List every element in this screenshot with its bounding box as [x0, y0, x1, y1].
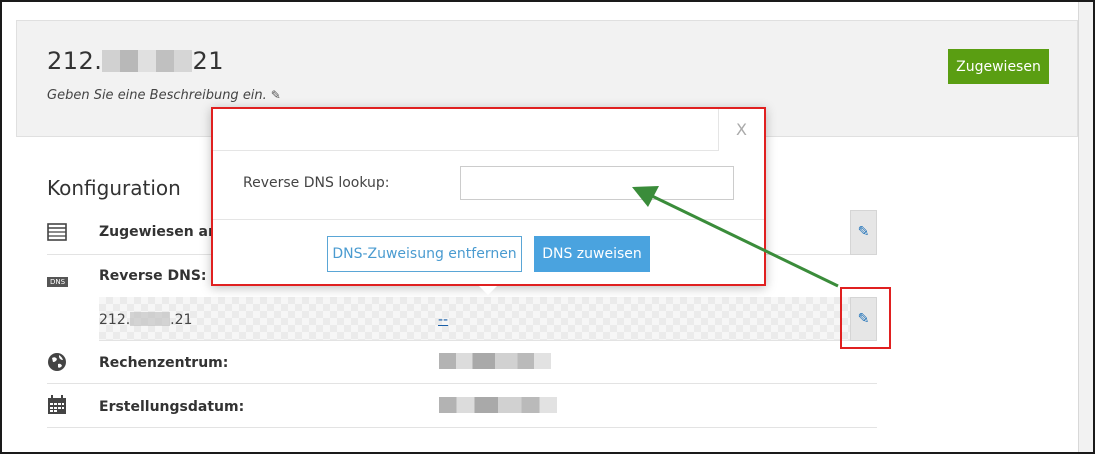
- reverse-dns-input[interactable]: [460, 166, 734, 200]
- calendar-icon: [47, 395, 67, 419]
- datacenter-label: Rechenzentrum:: [99, 355, 229, 371]
- dialog-header: X: [213, 109, 764, 151]
- config-section-title: Konfiguration: [47, 176, 181, 200]
- pencil-icon[interactable]: ✎: [271, 88, 281, 102]
- datacenter-value: [439, 353, 551, 373]
- dialog-divider: [213, 219, 764, 220]
- ip-prefix: 212.: [99, 312, 131, 328]
- dns-icon: DNS: [47, 269, 69, 288]
- window-frame: 212. 21 Geben Sie eine Beschreibung ein. ✎…: [0, 0, 1095, 454]
- assign-dns-button[interactable]: DNS zuweisen: [534, 236, 650, 272]
- reverse-dns-entry: 212. .21 --: [99, 297, 877, 341]
- reverse-dns-lookup-label: Reverse DNS lookup:: [243, 175, 390, 191]
- assigned-label: Zugewiesen an:: [99, 224, 224, 240]
- scrollbar-track[interactable]: [1078, 2, 1093, 452]
- redacted-block: [439, 397, 557, 413]
- created-label: Erstellungsdatum:: [99, 399, 245, 415]
- dns-icon-text: DNS: [47, 277, 69, 287]
- pencil-icon: ✎: [857, 224, 870, 240]
- config-row-created: Erstellungsdatum:: [47, 384, 877, 428]
- ip-address-title: 212. 21: [47, 47, 224, 75]
- reverse-dns-label: Reverse DNS:: [99, 268, 207, 284]
- redacted-block: [102, 50, 193, 72]
- popover-pointer: [479, 286, 497, 295]
- annotation-highlight-box: [840, 287, 891, 349]
- ip-description[interactable]: Geben Sie eine Beschreibung ein. ✎: [47, 88, 281, 103]
- reverse-dns-value-link[interactable]: --: [438, 312, 448, 328]
- ip-suffix: 21: [192, 47, 224, 75]
- created-value: [439, 397, 557, 417]
- config-row-datacenter: Rechenzentrum:: [47, 341, 877, 384]
- close-button[interactable]: X: [718, 109, 764, 151]
- ip-prefix: 212.: [47, 47, 103, 75]
- redacted-block: [439, 353, 551, 369]
- globe-icon: [47, 352, 67, 376]
- description-text: Geben Sie eine Beschreibung ein.: [47, 88, 267, 103]
- reverse-dns-dialog: X Reverse DNS lookup: DNS-Zuweisung entf…: [211, 107, 766, 286]
- server-icon: [47, 223, 67, 245]
- redacted-block: [130, 312, 171, 326]
- remove-dns-button[interactable]: DNS-Zuweisung entfernen: [327, 236, 522, 272]
- status-assigned-button[interactable]: Zugewiesen: [948, 49, 1049, 84]
- ip-suffix: .21: [170, 312, 193, 328]
- edit-assigned-button[interactable]: ✎: [850, 210, 877, 255]
- reverse-dns-ip: 212. .21: [99, 312, 192, 328]
